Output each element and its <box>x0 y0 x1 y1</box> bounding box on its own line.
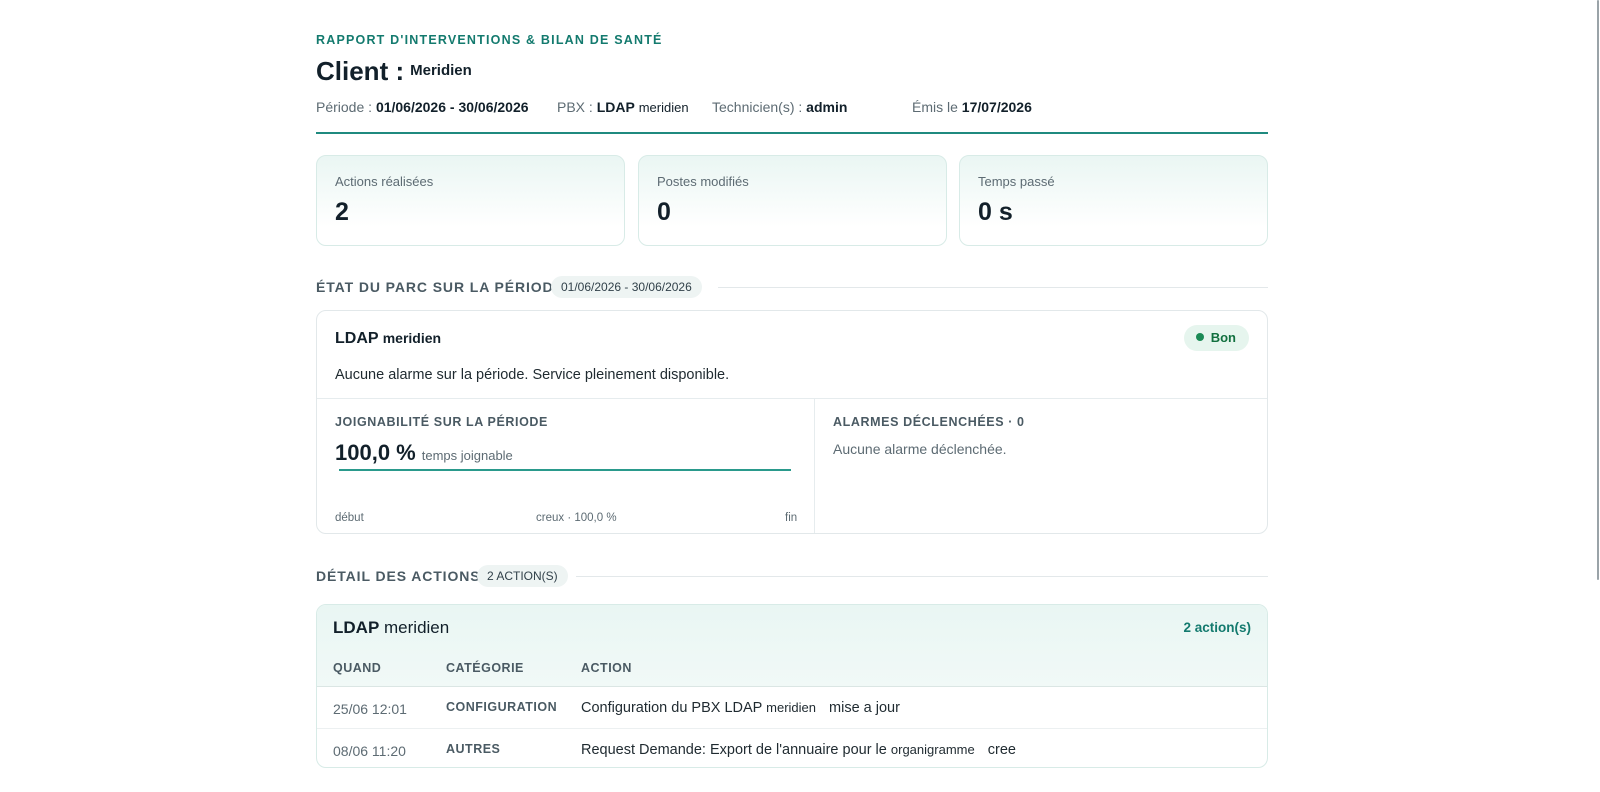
row-action-sub: organigramme <box>890 742 975 757</box>
detail-service-name: LDAP meridien <box>333 618 449 638</box>
service-message: Aucune alarme sur la période. Service pl… <box>335 367 730 383</box>
meta-issued-value: 17/07/2026 <box>961 99 1032 115</box>
column-header-category: CATÉGORIE <box>446 661 524 675</box>
reachability-sparkline <box>339 469 791 471</box>
row-category: CONFIGURATION <box>446 700 558 714</box>
row-action: Request Demande: Export de l'annuaire po… <box>581 742 1016 758</box>
column-header-action: ACTION <box>581 661 632 675</box>
axis-mid-label: creux · 100,0 % <box>536 512 617 524</box>
header-divider <box>316 132 1268 134</box>
row-action: Configuration du PBX LDAP meridien mise … <box>581 700 900 716</box>
row-action-text: Request Demande: Export de l'annuaire po… <box>581 742 887 758</box>
kpi-label: Temps passé <box>978 174 1055 189</box>
kpi-card-actions: Actions réalisées 2 <box>316 155 625 246</box>
meta-pbx-value: LDAP <box>596 99 635 115</box>
detail-service-main: LDAP <box>333 618 380 637</box>
service-name: LDAP meridien <box>335 330 441 348</box>
row-action-status: cree <box>987 742 1016 758</box>
meta-period-label: Période : <box>316 99 373 115</box>
table-row: 25/06 12:01 CONFIGURATION Configuration … <box>317 687 1267 729</box>
section-details-header: DÉTAIL DES ACTIONS 2 ACTION(S) <box>316 565 1268 589</box>
actions-table-header: LDAP meridien 2 action(s) QUAND CATÉGORI… <box>317 605 1267 687</box>
client-label: Client : <box>316 56 405 86</box>
section-parc-header: ÉTAT DU PARC SUR LA PÉRIODE 01/06/2026 -… <box>316 276 1268 300</box>
row-category: AUTRES <box>446 742 501 756</box>
axis-end-label: fin <box>785 512 798 524</box>
scrollbar-thumb[interactable] <box>1597 0 1599 580</box>
actions-detail-card: LDAP meridien 2 action(s) QUAND CATÉGORI… <box>316 604 1268 768</box>
kpi-value: 0 <box>657 198 671 226</box>
kpi-value: 0 s <box>978 198 1013 226</box>
row-action-sub: meridien <box>766 700 816 715</box>
meta-pbx-label: PBX : <box>557 99 593 115</box>
meta-issued: Émis le 17/07/2026 <box>912 99 1032 115</box>
row-action-status: mise a jour <box>829 700 900 716</box>
reachability-panel: JOIGNABILITÉ SUR LA PÉRIODE 100,0 % temps… <box>317 399 815 533</box>
detail-action-count: 2 action(s) <box>1183 620 1251 635</box>
service-health-card: LDAP meridien Bon Aucune alarme sur la p… <box>316 310 1268 534</box>
row-when: 25/06 12:01 <box>333 701 407 717</box>
status-dot-icon <box>1195 333 1204 341</box>
kpi-card-temps: Temps passé 0 s <box>959 155 1268 246</box>
service-name-main: LDAP <box>335 330 379 347</box>
axis-start-label: début <box>335 512 364 524</box>
meta-period-value: 01/06/2026 - 30/06/2026 <box>375 99 529 115</box>
row-when: 08/06 11:20 <box>333 743 406 759</box>
table-row: 08/06 11:20 AUTRES Request Demande: Expo… <box>317 729 1267 767</box>
alarms-label: ALARMES DÉCLENCHÉES · 0 <box>833 415 1025 429</box>
section-title: ÉTAT DU PARC SUR LA PÉRIODE <box>316 279 564 295</box>
service-health-header: LDAP meridien Bon Aucune alarme sur la p… <box>317 311 1267 399</box>
alarms-note: Aucune alarme déclenchée. <box>833 441 1007 457</box>
period-chip: 01/06/2026 - 30/06/2026 <box>551 276 702 298</box>
alarms-panel: ALARMES DÉCLENCHÉES · 0 Aucune alarme dé… <box>815 399 1267 533</box>
kpi-label: Actions réalisées <box>335 174 434 189</box>
meta-tech-value: admin <box>806 99 848 115</box>
client-name: Meridien <box>410 62 472 79</box>
meta-pbx-sub: meridien <box>638 100 689 115</box>
status-badge: Bon <box>1183 325 1249 351</box>
row-action-text: Configuration du PBX LDAP <box>581 700 763 716</box>
meta-tech-label: Technicien(s) : <box>712 99 803 115</box>
meta-pbx: PBX : LDAP meridien <box>557 99 689 115</box>
section-rule <box>576 576 1268 577</box>
meta-issued-label: Émis le <box>912 99 958 115</box>
column-header-when: QUAND <box>333 661 382 675</box>
report-eyebrow: RAPPORT D'INTERVENTIONS & BILAN DE SANTÉ <box>316 33 663 47</box>
reachability-percent: 100,0 % <box>335 440 416 465</box>
status-text: Bon <box>1210 330 1236 345</box>
section-rule <box>718 287 1268 288</box>
reachability-label: JOIGNABILITÉ SUR LA PÉRIODE <box>335 415 548 429</box>
service-name-sub: meridien <box>382 330 442 346</box>
reachability-value: 100,0 % temps joignable <box>335 440 513 466</box>
kpi-label: Postes modifiés <box>657 174 749 189</box>
section-title: DÉTAIL DES ACTIONS <box>316 568 481 584</box>
reachability-unit: temps joignable <box>421 448 513 463</box>
detail-service-sub: meridien <box>384 618 450 637</box>
actions-count-chip: 2 ACTION(S) <box>477 565 568 587</box>
kpi-card-postes: Postes modifiés 0 <box>638 155 947 246</box>
meta-tech: Technicien(s) : admin <box>712 99 847 115</box>
client-heading: Client : Meridien <box>316 56 472 87</box>
meta-period: Période : 01/06/2026 - 30/06/2026 <box>316 99 529 115</box>
kpi-value: 2 <box>335 198 349 226</box>
